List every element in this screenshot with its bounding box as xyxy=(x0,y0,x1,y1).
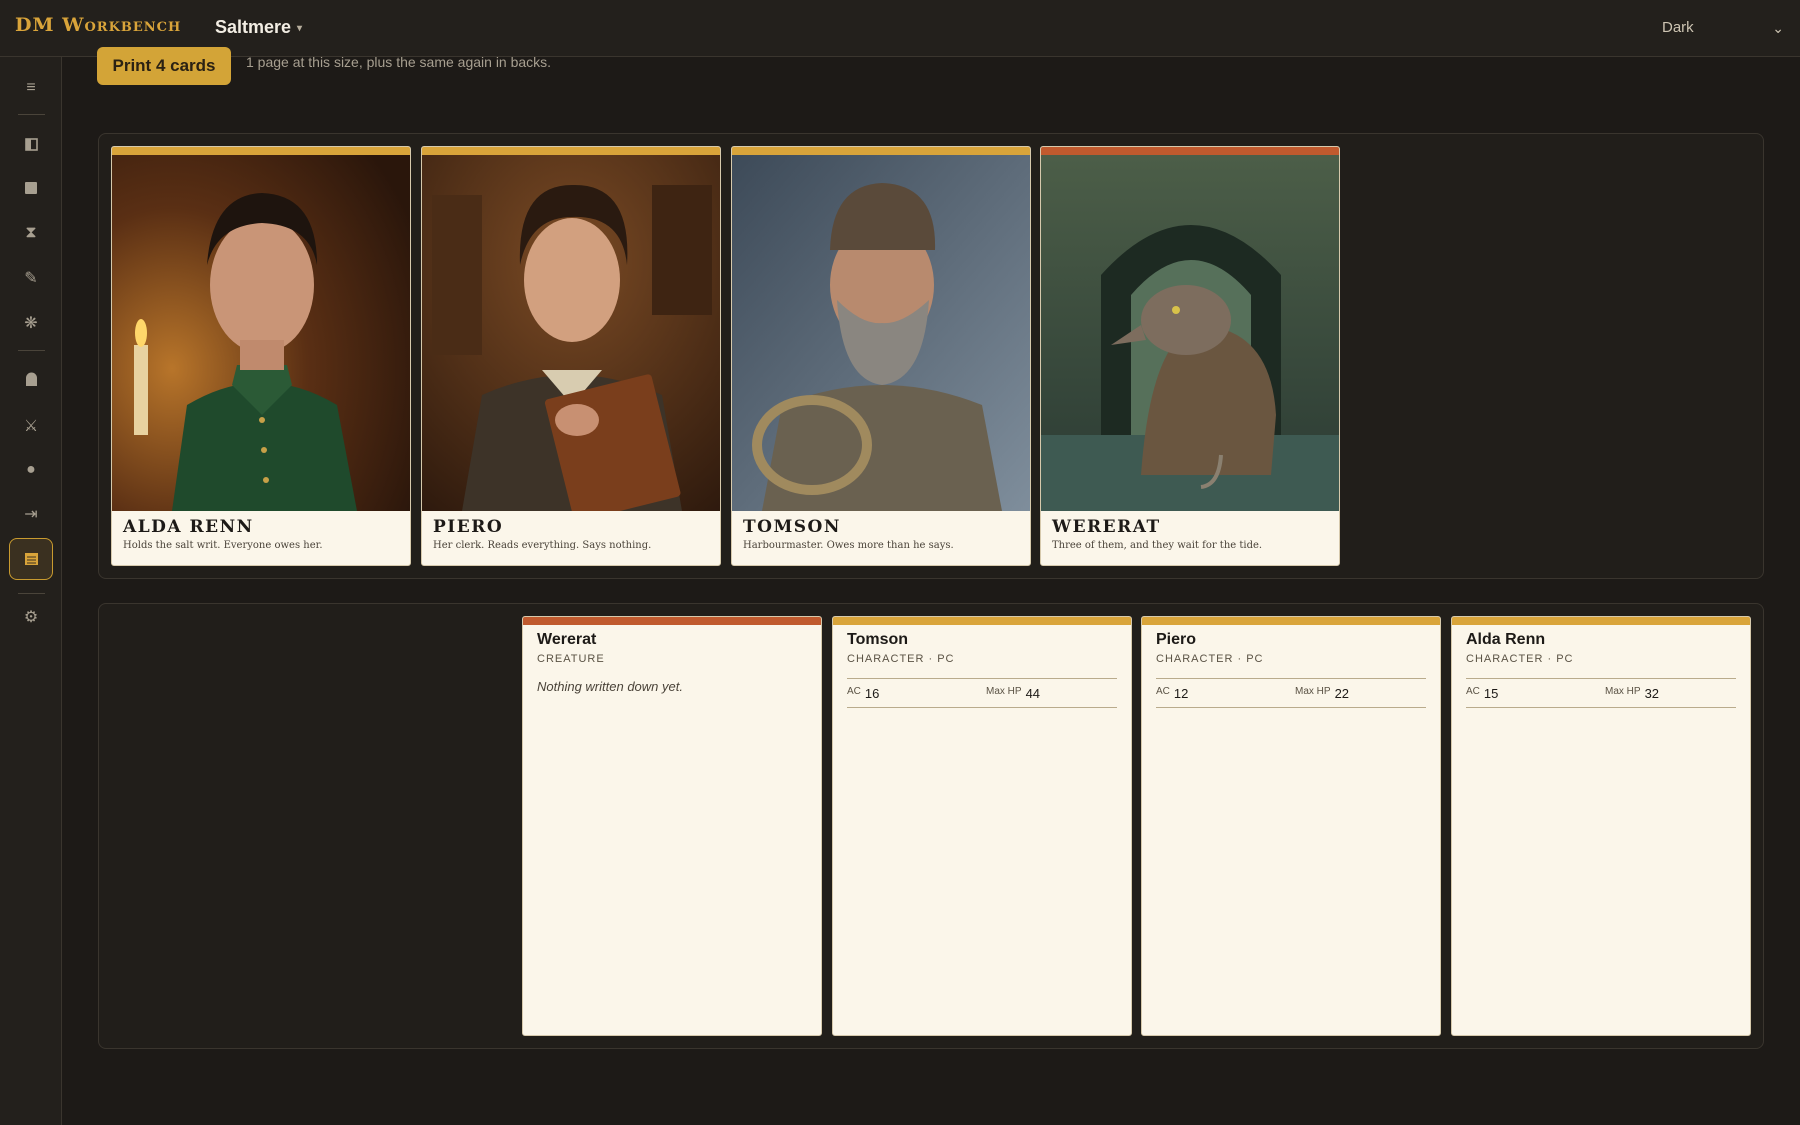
card-front-piero[interactable]: PIERO Her clerk. Reads everything. Says … xyxy=(421,146,721,566)
card-back-tomson[interactable]: Tomson CHARACTER · PC AC 16 Max HP 44 xyxy=(832,616,1132,1036)
settings-icon[interactable]: ⚙ xyxy=(13,600,49,634)
card-accent-bar xyxy=(422,147,720,155)
top-bar: DM Workbench Saltmere ▾ Dark ⌄ xyxy=(0,0,1800,57)
sparkle-icon[interactable]: ❋ xyxy=(13,306,49,340)
card-name: Tomson xyxy=(847,631,909,648)
card-stats: AC 15 Max HP 32 xyxy=(1466,678,1736,708)
card-tagline: Her clerk. Reads everything. Says nothin… xyxy=(433,540,652,551)
export-icon[interactable]: ⇥ xyxy=(13,497,49,531)
card-empty-note: Nothing written down yet. xyxy=(537,679,683,694)
card-name: PIERO xyxy=(433,517,504,537)
stat-max-hp: Max HP 32 xyxy=(1605,686,1660,701)
card-type: CHARACTER · PC xyxy=(1466,653,1574,665)
card-name: WERERAT xyxy=(1052,517,1161,537)
card-accent-bar xyxy=(523,617,821,625)
panel-icon[interactable] xyxy=(13,127,49,161)
card-name: Alda Renn xyxy=(1466,631,1546,648)
portrait-image xyxy=(1041,155,1339,511)
card-name: ALDA RENN xyxy=(123,517,254,537)
card-accent-bar xyxy=(732,147,1030,155)
sidebar-divider xyxy=(18,114,45,115)
hourglass-icon[interactable]: ⧗ xyxy=(13,216,49,250)
card-name: Wererat xyxy=(537,631,597,648)
card-name: Piero xyxy=(1156,631,1197,648)
card-tagline: Harbourmaster. Owes more than he says. xyxy=(743,540,954,551)
stat-ac: AC 12 xyxy=(1156,686,1189,701)
card-front-tomson[interactable]: TOMSON Harbourmaster. Owes more than he … xyxy=(731,146,1031,566)
app-brand[interactable]: DM Workbench xyxy=(15,14,181,36)
print-cards-button[interactable]: Print 4 cards xyxy=(97,47,231,85)
tomb-icon[interactable] xyxy=(13,362,49,396)
card-accent-bar xyxy=(1452,617,1750,625)
card-tagline: Three of them, and they wait for the tid… xyxy=(1052,540,1263,551)
portrait-image xyxy=(422,155,720,511)
caret-down-icon: ▾ xyxy=(297,22,303,34)
card-accent-bar xyxy=(1041,147,1339,155)
menu-icon[interactable]: ≡ xyxy=(13,71,49,105)
campaign-name: Saltmere xyxy=(215,17,292,37)
card-back-wererat[interactable]: Wererat CREATURE Nothing written down ye… xyxy=(522,616,822,1036)
card-accent-bar xyxy=(112,147,410,155)
theme-value: Dark xyxy=(1662,19,1694,36)
card-type: CHARACTER · PC xyxy=(1156,653,1264,665)
card-name: TOMSON xyxy=(743,517,841,537)
dot-icon[interactable]: ● xyxy=(13,453,49,487)
card-stats: AC 16 Max HP 44 xyxy=(847,678,1117,708)
card-stats: AC 12 Max HP 22 xyxy=(1156,678,1426,708)
card-front-alda-renn[interactable]: ALDA RENN Holds the salt writ. Everyone … xyxy=(111,146,411,566)
square-icon[interactable] xyxy=(13,171,49,205)
card-accent-bar xyxy=(833,617,1131,625)
theme-select[interactable]: Dark ⌄ xyxy=(1650,10,1790,46)
card-back-alda-renn[interactable]: Alda Renn CHARACTER · PC AC 15 Max HP 32 xyxy=(1451,616,1751,1036)
card-back-piero[interactable]: Piero CHARACTER · PC AC 12 Max HP 22 xyxy=(1141,616,1441,1036)
stat-ac: AC 16 xyxy=(847,686,880,701)
pencil-icon[interactable]: ✎ xyxy=(13,261,49,295)
stat-max-hp: Max HP 22 xyxy=(1295,686,1350,701)
cards-icon[interactable] xyxy=(9,538,53,580)
sidebar-divider xyxy=(18,350,45,351)
card-type: CHARACTER · PC xyxy=(847,653,955,665)
sidebar: ≡ ⧗ ✎ ❋ ⚔ ● ⇥ ⚙ xyxy=(0,57,62,1125)
portrait-image xyxy=(112,155,410,511)
card-tagline: Holds the salt writ. Everyone owes her. xyxy=(123,540,323,551)
sidebar-divider xyxy=(18,593,45,594)
stat-ac: AC 15 xyxy=(1466,686,1499,701)
card-front-wererat[interactable]: WERERAT Three of them, and they wait for… xyxy=(1040,146,1340,566)
print-note: 1 page at this size, plus the same again… xyxy=(246,54,552,70)
campaign-switcher[interactable]: Saltmere ▾ xyxy=(215,17,302,38)
card-accent-bar xyxy=(1142,617,1440,625)
chevron-down-icon: ⌄ xyxy=(1772,20,1784,36)
stat-max-hp: Max HP 44 xyxy=(986,686,1041,701)
card-type: CREATURE xyxy=(537,653,605,665)
swords-icon[interactable]: ⚔ xyxy=(13,409,49,443)
portrait-image xyxy=(732,155,1030,511)
